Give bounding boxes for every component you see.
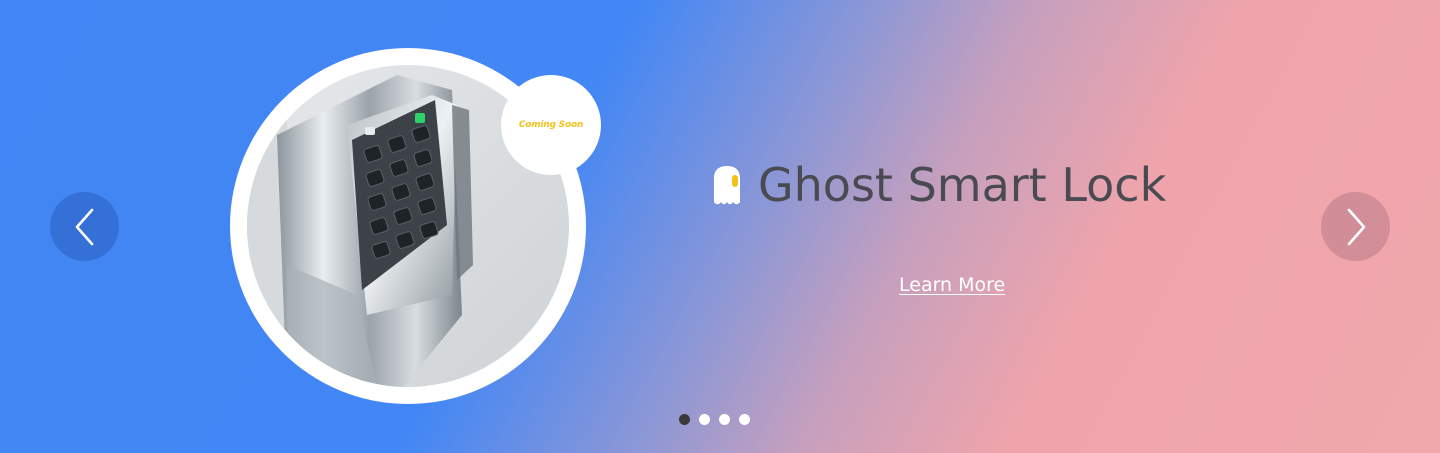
coming-soon-badge: Coming Soon — [501, 75, 601, 175]
pagination-dot-2[interactable] — [699, 414, 710, 425]
learn-more-link[interactable]: Learn More — [899, 274, 1005, 296]
badge-label: Coming Soon — [518, 120, 584, 130]
slide-title: Ghost Smart Lock — [758, 158, 1167, 212]
slide-title-row: Ghost Smart Lock — [710, 152, 1166, 218]
ghost-icon — [714, 166, 740, 205]
carousel-pagination — [679, 414, 750, 425]
carousel-prev-button[interactable] — [50, 192, 119, 261]
pagination-dot-1[interactable] — [679, 414, 690, 425]
carousel-next-button[interactable] — [1321, 192, 1390, 261]
chevron-left-icon — [75, 208, 93, 245]
pagination-dot-4[interactable] — [739, 414, 750, 425]
pagination-dot-3[interactable] — [719, 414, 730, 425]
hero-carousel: Coming Soon Ghost Smart Lock Learn More — [0, 0, 1440, 453]
chevron-right-icon — [1347, 208, 1365, 245]
